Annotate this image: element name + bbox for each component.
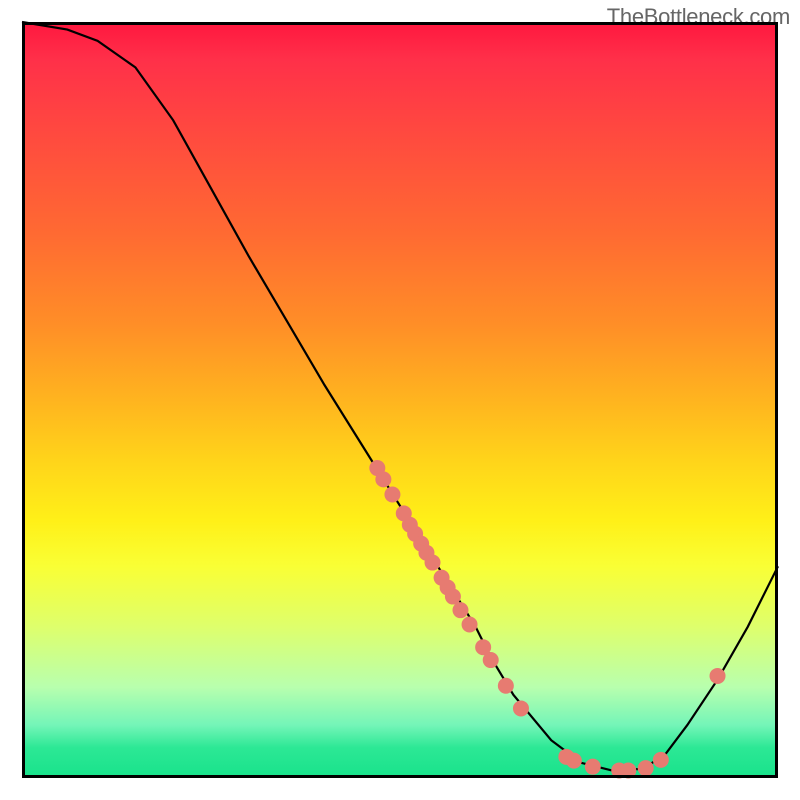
chart-container: TheBottleneck.com xyxy=(0,0,800,800)
plot-background xyxy=(22,22,778,778)
